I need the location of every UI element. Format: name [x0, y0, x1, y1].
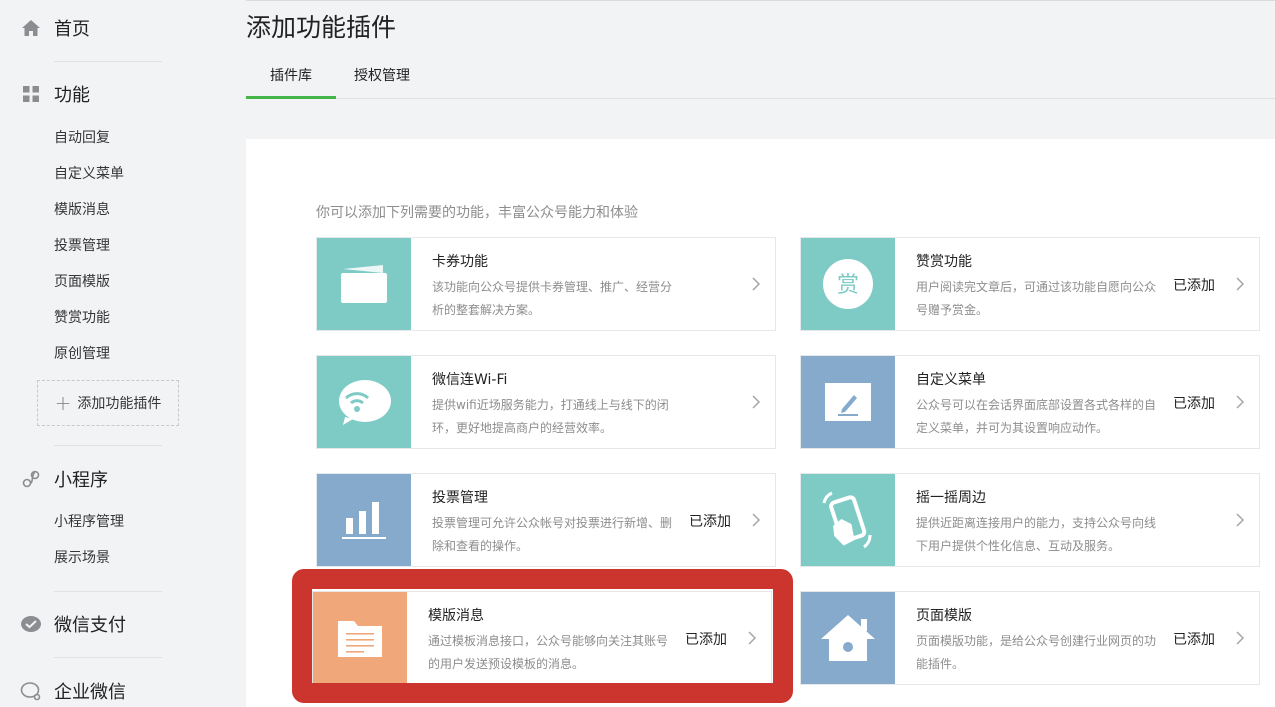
tab-plugin-library[interactable]: 插件库: [246, 56, 336, 99]
sidebar-home-label: 首页: [54, 19, 90, 40]
plugin-name: 模版消息: [428, 608, 484, 624]
plugin-card-custom-menu[interactable]: 自定义菜单 公众号可以在会话界面底部设置各式各样的自定义菜单，并可为其设置响应动…: [800, 355, 1260, 449]
plugin-card-template-message[interactable]: 模版消息 通过模板消息接口，公众号能够向关注其账号的用户发送预设模板的消息。 已…: [312, 591, 772, 685]
plugin-desc: 用户阅读完文章后，可通过该功能自愿向公众号赠予赏金。: [916, 280, 1157, 317]
card-icon: [341, 265, 387, 303]
house-icon: [821, 615, 875, 661]
plugin-tile: [317, 356, 411, 448]
plugin-name: 投票管理: [432, 490, 488, 506]
plus-icon: +: [54, 391, 72, 415]
enterprise-wechat-icon: [20, 680, 42, 702]
sidebar-item-auto-reply[interactable]: 自动回复: [54, 128, 110, 148]
sidebar-divider: [54, 445, 162, 446]
sidebar-divider: [54, 657, 162, 658]
grid-icon: [20, 83, 42, 105]
sidebar-features-label: 功能: [54, 85, 90, 106]
plugin-tile: [801, 474, 895, 566]
wifi-icon: [339, 380, 391, 425]
plugin-card-page-template[interactable]: 页面模版 页面模版功能，是给公众号创建行业网页的功能插件。 已添加: [800, 591, 1260, 685]
sidebar-miniprogram[interactable]: 小程序: [20, 464, 108, 494]
plugin-desc: 通过模板消息接口，公众号能够向关注其账号的用户发送预设模板的消息。: [428, 634, 669, 671]
plugin-tile: [801, 356, 895, 448]
sidebar-pay-label: 微信支付: [54, 615, 126, 636]
sidebar-enterprise[interactable]: 企业微信: [20, 676, 126, 706]
intro-text: 你可以添加下列需要的功能，丰富公众号能力和体验: [316, 205, 638, 221]
plugin-tile: [317, 474, 411, 566]
home-icon: [20, 17, 42, 39]
edit-icon: [825, 383, 871, 421]
plugin-name: 卡券功能: [432, 254, 488, 270]
add-plugin-label: 添加功能插件: [77, 396, 162, 412]
sidebar-pay[interactable]: 微信支付: [20, 609, 126, 639]
sidebar-item-original[interactable]: 原创管理: [54, 344, 110, 364]
chevron-right-icon: [748, 631, 757, 645]
sidebar-item-miniprogram-manage[interactable]: 小程序管理: [54, 512, 124, 532]
plugin-desc: 公众号可以在会话界面底部设置各式各样的自定义菜单，并可为其设置响应动作。: [916, 398, 1157, 435]
wechat-pay-icon: [20, 613, 42, 635]
chevron-right-icon: [1236, 277, 1245, 291]
plugin-tile: 赏: [801, 238, 895, 330]
plugin-status: 已添加: [1173, 278, 1215, 294]
sidebar-enterprise-label: 企业微信: [54, 682, 126, 703]
chevron-right-icon: [1236, 513, 1245, 527]
tab-auth-management[interactable]: 授权管理: [340, 56, 424, 99]
plugin-status: 已添加: [685, 632, 727, 648]
reward-icon-glyph: 赏: [837, 273, 859, 298]
add-plugin-button[interactable]: + 添加功能插件: [37, 380, 179, 426]
chevron-right-icon: [752, 513, 761, 527]
sidebar-item-custom-menu[interactable]: 自定义菜单: [54, 164, 124, 184]
chevron-right-icon: [752, 395, 761, 409]
plugin-card-coupon[interactable]: 卡券功能 该功能向公众号提供卡券管理、推广、经营分析的整套解决方案。: [316, 237, 776, 331]
sidebar: 首页 功能 自动回复 自定义菜单 模版消息 投票管理 页面模版 赞赏功能 原创管…: [0, 0, 246, 707]
sidebar-divider: [54, 61, 162, 62]
sidebar-item-template-message[interactable]: 模版消息: [54, 200, 110, 220]
sidebar-miniprogram-label: 小程序: [54, 470, 108, 491]
sidebar-home[interactable]: 首页: [20, 13, 90, 43]
plugin-card-shake[interactable]: 摇一摇周边 提供近距离连接用户的能力，支持公众号向线下用户提供个性化信息、互动及…: [800, 473, 1260, 567]
plugin-card-vote[interactable]: 投票管理 投票管理可允许公众帐号对投票进行新增、删除和查看的操作。 已添加: [316, 473, 776, 567]
chevron-right-icon: [1236, 631, 1245, 645]
sidebar-features[interactable]: 功能: [20, 79, 90, 109]
plugin-status: 已添加: [1173, 396, 1215, 412]
plugin-name: 自定义菜单: [916, 372, 986, 388]
plugin-tile: [313, 592, 407, 684]
tab-bar: 插件库 授权管理: [246, 56, 1275, 99]
reward-icon: 赏: [823, 259, 873, 309]
plugin-status: 已添加: [689, 514, 731, 530]
shake-icon: [822, 491, 872, 549]
chevron-right-icon: [752, 277, 761, 291]
template-icon: [338, 621, 382, 657]
plugin-desc: 投票管理可允许公众帐号对投票进行新增、删除和查看的操作。: [432, 516, 673, 553]
plugin-card-reward[interactable]: 赏 赞赏功能 用户阅读完文章后，可通过该功能自愿向公众号赠予赏金。 已添加: [800, 237, 1260, 331]
plugin-desc: 提供近距离连接用户的能力，支持公众号向线下用户提供个性化信息、互动及服务。: [916, 516, 1157, 553]
chevron-right-icon: [1236, 395, 1245, 409]
plugin-card-wifi[interactable]: 微信连Wi-Fi 提供wifi近场服务能力，打通线上与线下的闭环，更好地提高商户…: [316, 355, 776, 449]
link-icon: [20, 468, 42, 490]
bar-chart-icon: [342, 502, 386, 539]
plugin-desc: 页面模版功能，是给公众号创建行业网页的功能插件。: [916, 634, 1157, 671]
plugin-name: 摇一摇周边: [916, 490, 986, 506]
plugin-status: 已添加: [1173, 632, 1215, 648]
plugin-name: 赞赏功能: [916, 254, 972, 270]
sidebar-item-display-scene[interactable]: 展示场景: [54, 548, 110, 568]
sidebar-item-page-template[interactable]: 页面模版: [54, 272, 110, 292]
sidebar-divider: [54, 591, 162, 592]
sidebar-item-reward[interactable]: 赞赏功能: [54, 308, 110, 328]
plugin-desc: 提供wifi近场服务能力，打通线上与线下的闭环，更好地提高商户的经营效率。: [432, 398, 669, 435]
plugin-tile: [317, 238, 411, 330]
plugin-name: 微信连Wi-Fi: [432, 372, 508, 388]
plugin-name: 页面模版: [916, 608, 972, 624]
sidebar-item-vote[interactable]: 投票管理: [54, 236, 110, 256]
plugin-tile: [801, 592, 895, 684]
plugin-desc: 该功能向公众号提供卡券管理、推广、经营分析的整套解决方案。: [432, 280, 673, 317]
page-title: 添加功能插件: [246, 13, 397, 42]
